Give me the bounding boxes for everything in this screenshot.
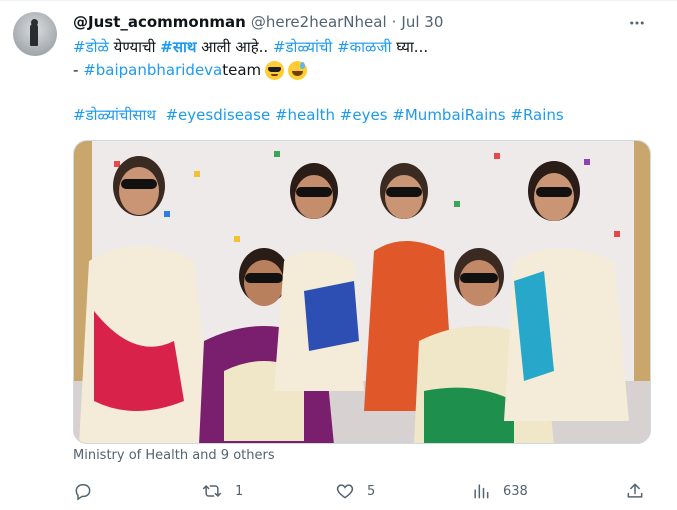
separator-dot: · bbox=[391, 13, 397, 31]
user-handle[interactable]: @here2hearNheal bbox=[251, 13, 387, 31]
tweet-text: team bbox=[222, 61, 262, 79]
tweet-text-line-2: - #baipanbharideva team bbox=[73, 60, 308, 80]
share-action[interactable] bbox=[625, 480, 645, 502]
top-divider bbox=[0, 0, 677, 1]
retweet-action[interactable]: 1 bbox=[201, 480, 243, 502]
hashtag-link[interactable]: #डोळे bbox=[73, 38, 109, 56]
hashtag-link[interactable]: #डोळ्यांची bbox=[273, 38, 332, 56]
hashtag-link[interactable]: #eyes bbox=[340, 106, 388, 124]
tweet-photo[interactable] bbox=[73, 140, 651, 444]
tweet-text-line-1: #डोळे येण्याची #साथ आली आहे.. #डोळ्यांची… bbox=[73, 37, 428, 57]
hashtag-link[interactable]: #health bbox=[275, 106, 335, 124]
views-chart-icon[interactable] bbox=[471, 481, 491, 501]
hashtag-link[interactable]: #MumbaiRains bbox=[392, 106, 505, 124]
hashtag-link[interactable]: #काळजी bbox=[337, 38, 391, 56]
share-icon[interactable] bbox=[625, 481, 645, 501]
tweet-text: येण्याची bbox=[108, 38, 161, 56]
tweet-hashtags: #डोळ्यांचीसाथ #eyesdisease #health #eyes… bbox=[73, 105, 564, 125]
hashtag-link[interactable]: #डोळ्यांचीसाथ bbox=[73, 106, 156, 124]
tweet-header: @Just_acommonman @here2hearNheal · Jul 3… bbox=[73, 12, 443, 32]
sunglasses-emoji-icon bbox=[265, 60, 285, 80]
heart-icon[interactable] bbox=[335, 481, 355, 501]
hashtag-link[interactable]: #baipanbharideva bbox=[83, 60, 222, 80]
views-count: 638 bbox=[503, 483, 528, 499]
hashtag-link[interactable]: #Rains bbox=[510, 106, 563, 124]
retweet-count: 1 bbox=[235, 483, 244, 499]
image-tags-caption[interactable]: Ministry of Health and 9 others bbox=[73, 448, 275, 463]
like-action[interactable]: 5 bbox=[335, 480, 375, 502]
views-action[interactable]: 638 bbox=[471, 480, 528, 502]
sweat-smile-emoji-icon bbox=[288, 60, 308, 80]
tweet-text: घ्या... bbox=[391, 38, 429, 56]
reply-icon[interactable] bbox=[73, 481, 93, 501]
retweet-icon[interactable] bbox=[201, 481, 223, 501]
tweet-text: - bbox=[73, 61, 79, 79]
more-options-icon[interactable] bbox=[626, 12, 648, 34]
avatar-figure bbox=[30, 24, 38, 46]
tweet-text: आली आहे.. bbox=[196, 38, 273, 56]
hashtag-link[interactable]: #eyesdisease bbox=[165, 106, 270, 124]
hashtag-link[interactable]: #साथ bbox=[160, 38, 196, 56]
display-name[interactable]: @Just_acommonman bbox=[73, 13, 246, 31]
like-count: 5 bbox=[367, 483, 376, 499]
reply-action[interactable] bbox=[73, 480, 105, 502]
avatar[interactable] bbox=[13, 12, 57, 56]
tweet-date[interactable]: Jul 30 bbox=[401, 13, 443, 31]
